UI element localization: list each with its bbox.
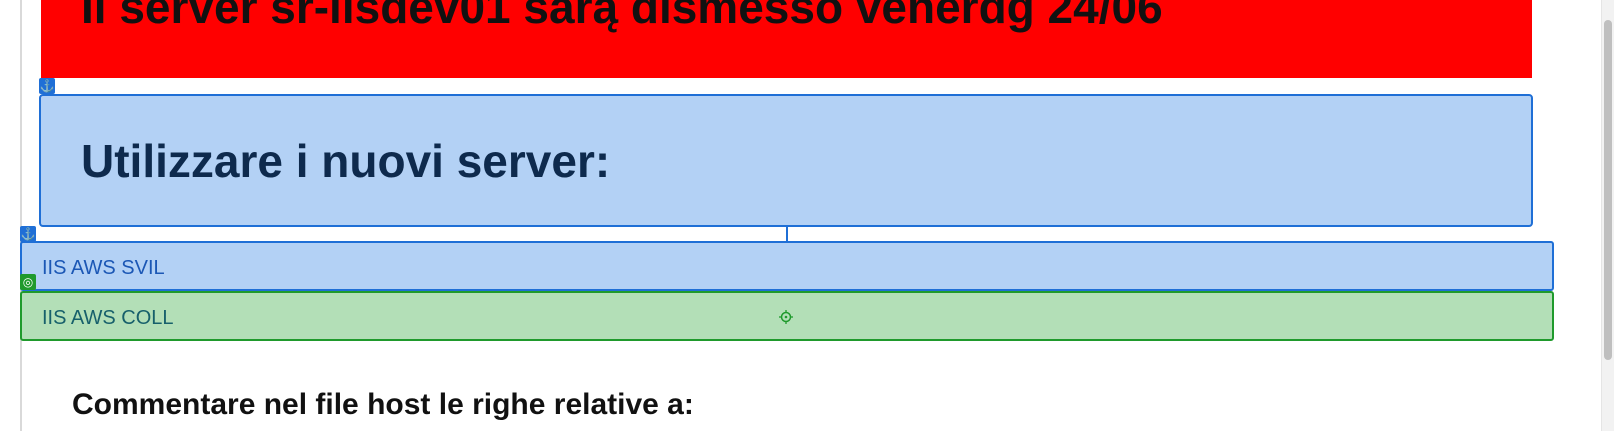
server-row-svil[interactable]: IIS AWS SVIL <box>20 241 1554 291</box>
target-icon[interactable] <box>779 310 793 324</box>
new-servers-box[interactable]: Utilizzare i nuovi server: <box>39 94 1533 227</box>
dismissal-banner[interactable]: Il server sr-iisdev01 sarą dismesso vene… <box>41 0 1532 78</box>
vertical-scrollbar[interactable] <box>1601 0 1614 431</box>
banner-text: Il server sr-iisdev01 sarą dismesso vene… <box>81 0 1163 33</box>
anchor-icon[interactable]: ⚓ <box>20 226 36 242</box>
server-row-label: IIS AWS SVIL <box>42 257 165 279</box>
snap-target-icon[interactable]: ◎ <box>20 274 36 290</box>
hosts-instructions-text: Commentare nel file host le righe relati… <box>72 388 694 421</box>
anchor-icon[interactable]: ⚓ <box>39 78 55 94</box>
scrollbar-thumb[interactable] <box>1604 20 1612 360</box>
editor-left-border <box>20 0 22 431</box>
new-servers-title: Utilizzare i nuovi server: <box>81 135 611 187</box>
server-row-label: IIS AWS COLL <box>42 307 174 329</box>
